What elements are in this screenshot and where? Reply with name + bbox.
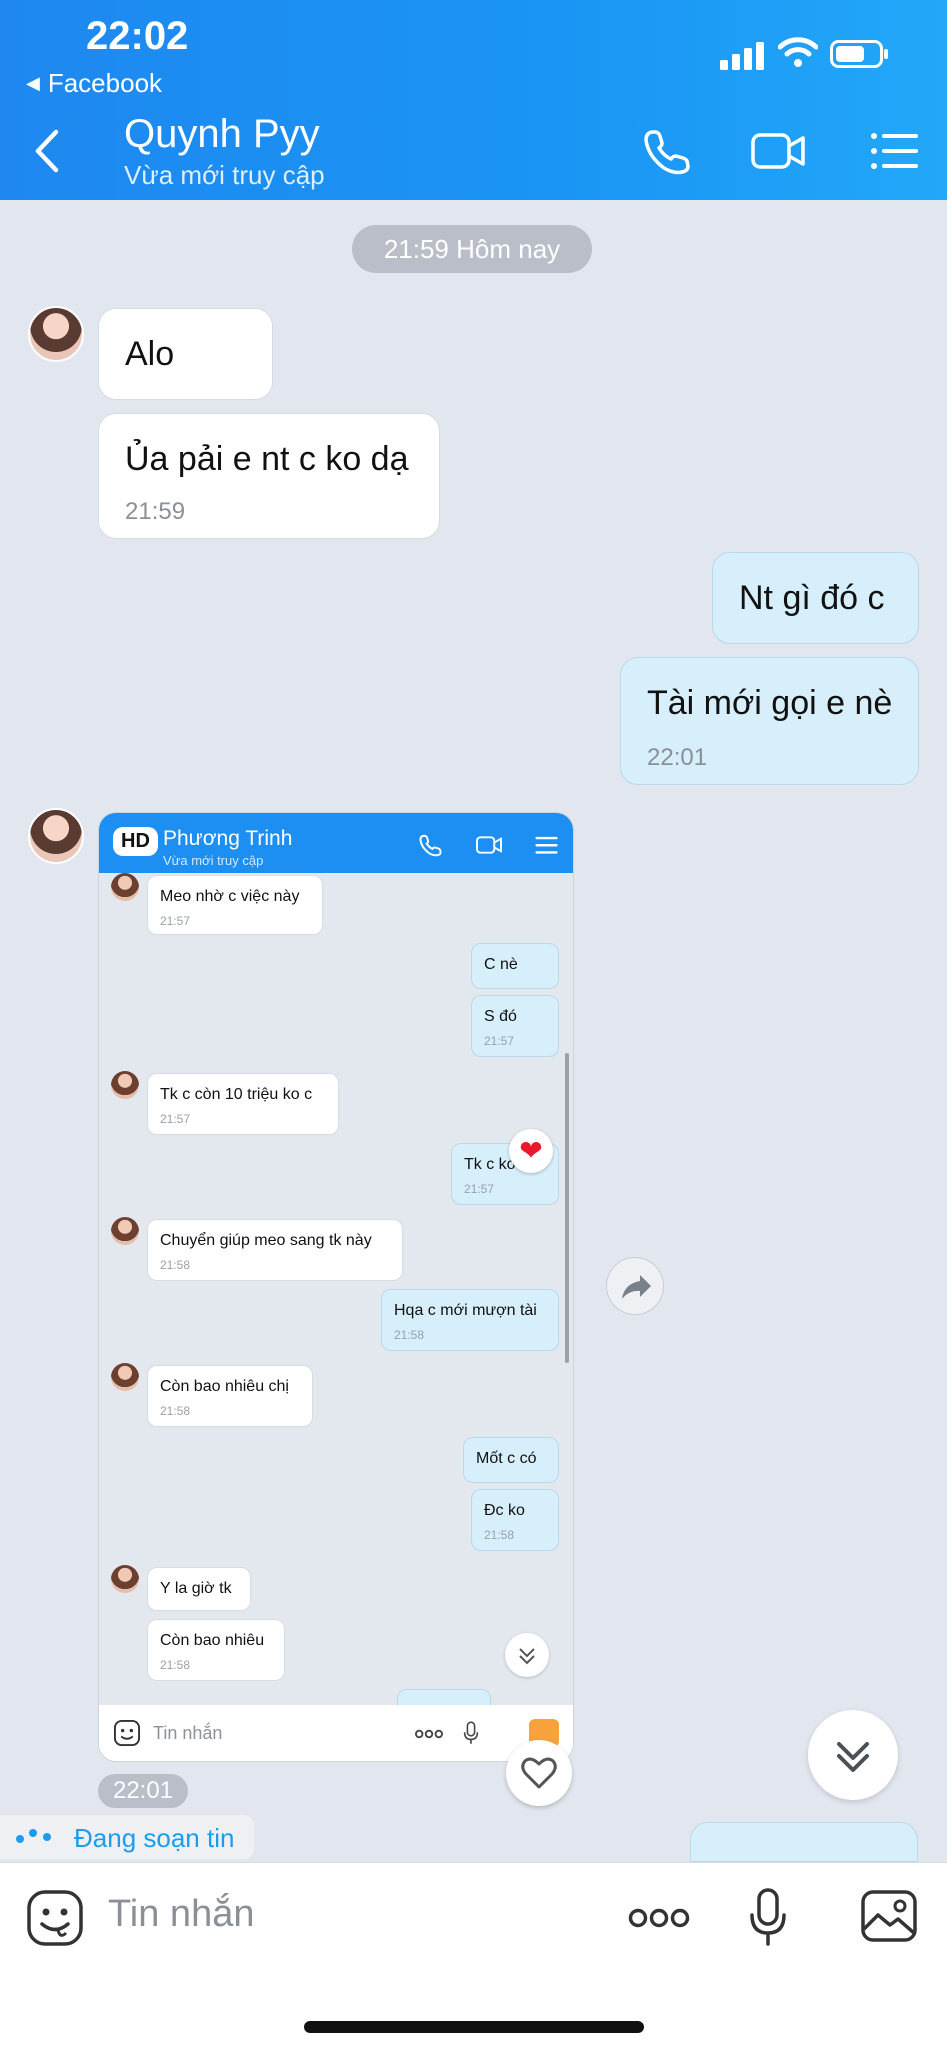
image-message-text: Còn bao nhiêu chị bbox=[160, 1378, 289, 1395]
message-time: 22:01 bbox=[647, 744, 708, 771]
typing-dots-icon bbox=[16, 1829, 51, 1843]
image-message: Chuyển giúp meo sang tk này 21:58 bbox=[147, 1219, 403, 1281]
image-message: Còn bao nhiêu chị 21:58 bbox=[147, 1365, 313, 1427]
chat-header: 22:02 ◀ Facebook Quynh Pyy Vừa mới truy … bbox=[0, 0, 947, 200]
image-message-time: 21:57 bbox=[160, 914, 191, 928]
contact-name[interactable]: Quynh Pyy bbox=[124, 112, 320, 157]
typing-indicator: Đang soạn tin bbox=[0, 1815, 254, 1859]
image-message-text: S đó bbox=[484, 1008, 517, 1025]
image-contact-name: Phương Trinh bbox=[163, 827, 293, 850]
image-avatar bbox=[111, 1071, 139, 1099]
battery-icon bbox=[830, 40, 888, 68]
phone-icon bbox=[419, 834, 442, 857]
image-message: Hqa c mới mượn tài 21:58 bbox=[381, 1289, 559, 1351]
image-message-text: Meo nhờ c việc này bbox=[160, 888, 300, 905]
image-message-text: C nè bbox=[484, 956, 518, 973]
message-bubble-outgoing-partial[interactable] bbox=[690, 1822, 918, 1862]
image-message: Mốt c có bbox=[463, 1437, 559, 1483]
signal-icon bbox=[720, 42, 764, 70]
message-text: Tài mới gọi e nè bbox=[647, 684, 893, 722]
image-message-time: 21:58 bbox=[394, 1328, 425, 1342]
status-time: 22:02 bbox=[86, 14, 189, 58]
image-message-text: Hqa c mới mượn tài bbox=[394, 1302, 537, 1319]
double-chevron-down-icon[interactable] bbox=[808, 1710, 898, 1800]
back-chevron-icon[interactable] bbox=[30, 128, 64, 174]
message-text: Ủa pải e nt c ko dạ bbox=[125, 440, 409, 478]
contact-status: Vừa mới truy cập bbox=[124, 160, 325, 190]
image-message: C nè bbox=[471, 943, 559, 989]
wifi-icon bbox=[778, 37, 818, 67]
image-message-time: 21:57 bbox=[484, 1034, 515, 1048]
image-message: Y la giờ tk bbox=[147, 1567, 251, 1611]
image-avatar bbox=[111, 873, 139, 901]
image-time-chip: 22:01 bbox=[98, 1774, 188, 1808]
back-triangle-icon: ◀ bbox=[26, 73, 40, 93]
heart-reaction-icon: ❤ bbox=[509, 1129, 553, 1173]
image-message-time: 21:58 bbox=[484, 1528, 515, 1542]
image-message-text: Đc ko bbox=[484, 1502, 525, 1519]
date-separator: 21:59 Hôm nay bbox=[352, 225, 592, 273]
message-time: 21:59 bbox=[125, 498, 186, 525]
message-bubble-incoming[interactable]: Ủa pải e nt c ko dạ 21:59 bbox=[98, 413, 440, 539]
hd-badge[interactable]: HD bbox=[113, 827, 158, 856]
image-message: Meo nhờ c việc này 21:57 bbox=[147, 875, 323, 935]
message-input-bar: Tin nhắn bbox=[0, 1862, 947, 2048]
message-bubble-incoming[interactable]: Alo bbox=[98, 308, 273, 400]
image-scroll-down-icon bbox=[505, 1633, 549, 1677]
image-message: Đc ko 21:58 bbox=[471, 1489, 559, 1551]
more-icon bbox=[415, 1729, 443, 1739]
image-chat-header: HD Phương Trinh Vừa mới truy cập bbox=[99, 813, 573, 873]
message-text: Nt gì đó c bbox=[739, 579, 885, 617]
image-message-text: Mốt c có bbox=[476, 1450, 537, 1467]
typing-text: Đang soạn tin bbox=[74, 1823, 235, 1853]
image-icon[interactable] bbox=[860, 1889, 918, 1943]
image-message-time: 21:57 bbox=[160, 1112, 191, 1126]
phone-icon[interactable] bbox=[640, 126, 696, 176]
mic-icon[interactable] bbox=[748, 1887, 788, 1947]
video-icon[interactable] bbox=[750, 126, 806, 176]
share-icon[interactable] bbox=[606, 1257, 664, 1315]
heart-icon[interactable] bbox=[506, 1740, 572, 1806]
image-message-text: Tk c ko bbox=[464, 1156, 516, 1173]
image-message-text: Y la giờ tk bbox=[160, 1580, 232, 1597]
list-icon[interactable] bbox=[868, 126, 924, 176]
video-icon bbox=[476, 836, 502, 854]
image-avatar bbox=[111, 1363, 139, 1391]
image-message-text: Chuyển giúp meo sang tk này bbox=[160, 1232, 372, 1249]
image-message: S đó 21:57 bbox=[471, 995, 559, 1057]
image-message-time: 21:57 bbox=[464, 1182, 495, 1196]
image-avatar bbox=[111, 1565, 139, 1593]
image-input-placeholder: Tin nhắn bbox=[153, 1723, 223, 1743]
shared-image[interactable]: HD Phương Trinh Vừa mới truy cập Meo nhờ… bbox=[98, 812, 574, 1762]
image-contact-status: Vừa mới truy cập bbox=[163, 853, 264, 868]
contact-avatar[interactable] bbox=[28, 808, 84, 864]
message-text: Alo bbox=[125, 335, 175, 373]
image-message-text: Còn bao nhiêu bbox=[160, 1632, 265, 1649]
back-app-label: Facebook bbox=[47, 68, 163, 98]
emoji-icon bbox=[113, 1719, 141, 1747]
image-message: Tk c còn 10 triệu ko c 21:57 bbox=[147, 1073, 339, 1135]
back-to-app-link[interactable]: ◀ Facebook bbox=[26, 68, 162, 99]
message-bubble-outgoing[interactable]: Tài mới gọi e nè 22:01 bbox=[620, 657, 919, 785]
image-message-time: 21:58 bbox=[160, 1404, 191, 1418]
image-input-bar: Tin nhắn bbox=[99, 1705, 573, 1761]
image-avatar bbox=[111, 1217, 139, 1245]
more-icon[interactable] bbox=[628, 1903, 690, 1933]
image-message: Còn bao nhiêu 21:58 bbox=[147, 1619, 285, 1681]
mic-icon bbox=[463, 1721, 479, 1744]
list-icon bbox=[535, 836, 558, 854]
image-message-time: 21:58 bbox=[160, 1258, 191, 1272]
contact-avatar[interactable] bbox=[28, 306, 84, 362]
message-input[interactable]: Tin nhắn bbox=[108, 1893, 254, 1936]
image-message-time: 21:58 bbox=[160, 1658, 191, 1672]
image-scrollbar bbox=[565, 1053, 569, 1363]
home-indicator[interactable] bbox=[304, 2021, 644, 2033]
emoji-icon[interactable] bbox=[26, 1889, 84, 1947]
message-bubble-outgoing[interactable]: Nt gì đó c bbox=[712, 552, 919, 644]
image-message-text: Tk c còn 10 triệu ko c bbox=[160, 1086, 313, 1103]
